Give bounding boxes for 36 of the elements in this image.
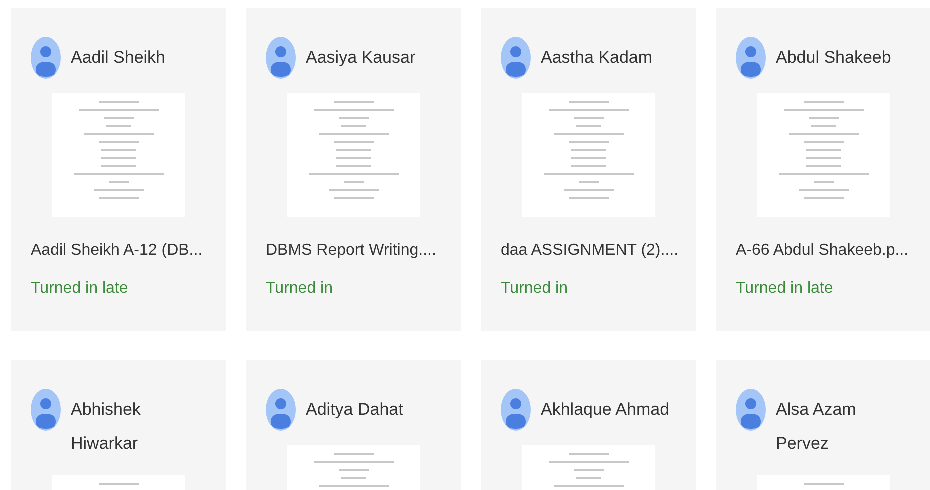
file-name[interactable]: A-66 Abdul Shakeeb.p... <box>736 239 911 263</box>
avatar-icon <box>736 37 766 79</box>
file-name[interactable]: daa ASSIGNMENT (2).... <box>501 239 676 263</box>
avatar-icon <box>501 389 531 431</box>
document-thumbnail[interactable] <box>757 93 890 217</box>
student-name: Aditya Dahat <box>306 399 404 421</box>
submission-card[interactable]: Abhishek Hiwarkar <box>11 360 226 490</box>
submission-card[interactable]: Aadil Sheikh Aadil Sheikh A-12 (DB... Turned in late <box>11 8 226 331</box>
document-thumbnail[interactable] <box>287 93 420 217</box>
avatar-icon <box>736 389 766 431</box>
avatar-icon <box>501 37 531 79</box>
avatar-icon <box>31 389 61 431</box>
avatar-icon <box>31 37 61 79</box>
file-name[interactable]: Aadil Sheikh A-12 (DB... <box>31 239 206 263</box>
student-name: Aasiya Kausar <box>306 47 417 69</box>
avatar-icon <box>266 37 296 79</box>
document-thumbnail[interactable] <box>52 93 185 217</box>
submission-card[interactable]: Aasiya Kausar DBMS Report Writing.... Turned in <box>246 8 461 331</box>
submission-card[interactable]: Aditya Dahat <box>246 360 461 490</box>
submission-status: Turned in late <box>736 279 834 299</box>
student-name: Alsa Azam Pervez <box>776 399 858 455</box>
student-name: Akhlaque Ahmad <box>541 399 671 421</box>
submission-status: Turned in <box>266 279 334 299</box>
student-name: Abdul Shakeeb <box>776 47 892 69</box>
student-name: Aadil Sheikh <box>71 47 167 69</box>
file-name[interactable]: DBMS Report Writing.... <box>266 239 441 263</box>
submission-card[interactable]: Abdul Shakeeb A-66 Abdul Shakeeb.p... Turned in late <box>716 8 930 331</box>
avatar-icon <box>266 389 296 431</box>
submission-card[interactable]: Aastha Kadam daa ASSIGNMENT (2).... Turned in <box>481 8 696 331</box>
submission-card[interactable]: Alsa Azam Pervez <box>716 360 930 490</box>
student-name: Abhishek Hiwarkar <box>71 399 142 455</box>
student-name: Aastha Kadam <box>541 47 654 69</box>
submission-card[interactable]: Akhlaque Ahmad <box>481 360 696 490</box>
submission-status: Turned in <box>501 279 569 299</box>
document-thumbnail[interactable] <box>522 93 655 217</box>
submission-status: Turned in late <box>31 279 130 299</box>
